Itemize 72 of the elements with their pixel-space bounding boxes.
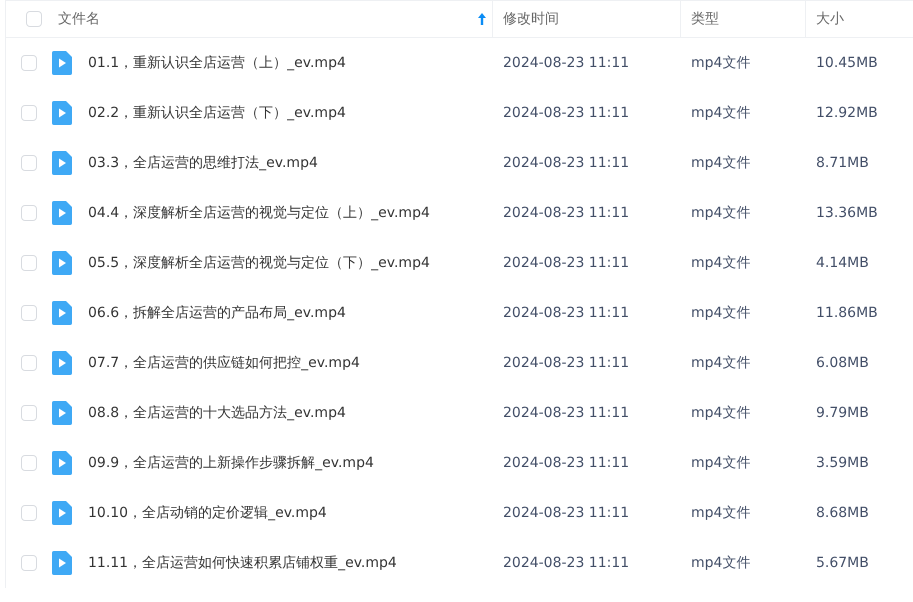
- file-type: mp4文件: [691, 104, 750, 122]
- modified-time: 2024-08-23 11:11: [503, 55, 630, 71]
- modified-time: 2024-08-23 11:11: [503, 555, 630, 571]
- modified-time: 2024-08-23 11:11: [503, 205, 630, 221]
- sort-arrow-icon: [478, 13, 486, 25]
- checkbox[interactable]: [26, 11, 42, 27]
- checkbox[interactable]: [21, 405, 37, 421]
- checkbox[interactable]: [21, 255, 37, 271]
- file-name[interactable]: 09.9，全店运营的上新操作步骤拆解_ev.mp4: [88, 454, 374, 472]
- file-size: 13.36MB: [816, 205, 878, 221]
- file-size: 4.14MB: [816, 255, 869, 271]
- file-name[interactable]: 05.5，深度解析全店运营的视觉与定位（下）_ev.mp4: [88, 254, 430, 272]
- video-file-icon: [52, 201, 72, 225]
- modified-time: 2024-08-23 11:11: [503, 455, 630, 471]
- video-file-icon: [52, 351, 72, 375]
- file-name[interactable]: 07.7，全店运营的供应链如何把控_ev.mp4: [88, 354, 360, 372]
- video-file-icon: [52, 301, 72, 325]
- file-size: 8.71MB: [816, 155, 869, 171]
- video-file-icon: [52, 101, 72, 125]
- video-file-icon: [52, 551, 72, 575]
- file-type: mp4文件: [691, 454, 750, 472]
- file-name[interactable]: 11.11，全店运营如何快速积累店铺权重_ev.mp4: [88, 554, 397, 572]
- file-name[interactable]: 10.10，全店动销的定价逻辑_ev.mp4: [88, 504, 327, 522]
- file-name[interactable]: 02.2，重新认识全店运营（下）_ev.mp4: [88, 104, 346, 122]
- file-name[interactable]: 01.1，重新认识全店运营（上）_ev.mp4: [88, 54, 346, 72]
- file-size: 6.08MB: [816, 355, 869, 371]
- video-file-icon: [52, 151, 72, 175]
- checkbox[interactable]: [21, 455, 37, 471]
- column-header[interactable]: 类型: [691, 1, 805, 37]
- file-size: 10.45MB: [816, 55, 878, 71]
- file-name[interactable]: 08.8，全店运营的十大选品方法_ev.mp4: [88, 404, 346, 422]
- file-type: mp4文件: [691, 254, 750, 272]
- modified-time: 2024-08-23 11:11: [503, 355, 630, 371]
- column-header[interactable]: 修改时间: [503, 1, 680, 37]
- file-name[interactable]: 06.6，拆解全店运营的产品布局_ev.mp4: [88, 304, 346, 322]
- file-size: 11.86MB: [816, 305, 878, 321]
- file-size: 3.59MB: [816, 455, 869, 471]
- file-size: 8.68MB: [816, 505, 869, 521]
- video-file-icon: [52, 251, 72, 275]
- file-type: mp4文件: [691, 504, 750, 522]
- video-file-icon: [52, 401, 72, 425]
- modified-time: 2024-08-23 11:11: [503, 105, 630, 121]
- file-type: mp4文件: [691, 154, 750, 172]
- checkbox[interactable]: [21, 355, 37, 371]
- checkbox[interactable]: [21, 155, 37, 171]
- column-header[interactable]: 大小: [816, 1, 913, 37]
- file-name[interactable]: 04.4，深度解析全店运营的视觉与定位（上）_ev.mp4: [88, 204, 430, 222]
- file-size: 12.92MB: [816, 105, 878, 121]
- checkbox[interactable]: [21, 505, 37, 521]
- modified-time: 2024-08-23 11:11: [503, 305, 630, 321]
- checkbox[interactable]: [21, 555, 37, 571]
- checkbox[interactable]: [21, 55, 37, 71]
- column-header[interactable]: 文件名: [58, 1, 492, 37]
- file-type: mp4文件: [691, 304, 750, 322]
- file-type: mp4文件: [691, 354, 750, 372]
- video-file-icon: [52, 501, 72, 525]
- file-size: 5.67MB: [816, 555, 869, 571]
- video-file-icon: [52, 51, 72, 75]
- video-file-icon: [52, 451, 72, 475]
- file-type: mp4文件: [691, 54, 750, 72]
- file-size: 9.79MB: [816, 405, 869, 421]
- modified-time: 2024-08-23 11:11: [503, 155, 630, 171]
- checkbox[interactable]: [21, 105, 37, 121]
- checkbox[interactable]: [21, 205, 37, 221]
- checkbox[interactable]: [21, 305, 37, 321]
- file-type: mp4文件: [691, 404, 750, 422]
- file-name[interactable]: 03.3，全店运营的思维打法_ev.mp4: [88, 154, 318, 172]
- file-type: mp4文件: [691, 554, 750, 572]
- modified-time: 2024-08-23 11:11: [503, 505, 630, 521]
- file-type: mp4文件: [691, 204, 750, 222]
- modified-time: 2024-08-23 11:11: [503, 255, 630, 271]
- modified-time: 2024-08-23 11:11: [503, 405, 630, 421]
